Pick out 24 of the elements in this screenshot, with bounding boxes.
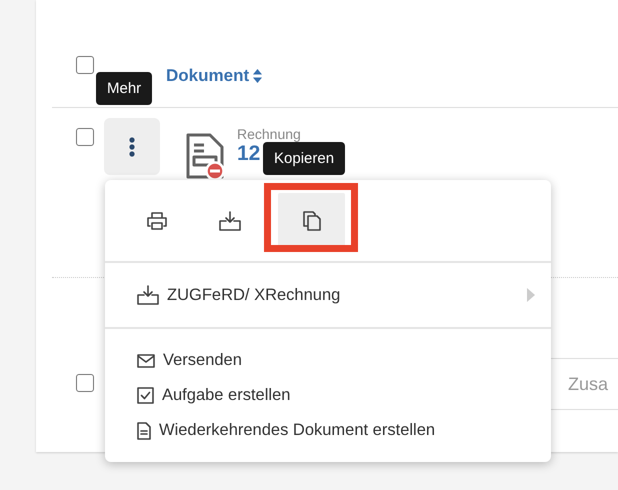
document-type: Rechnung (237, 126, 301, 142)
more-icon (129, 136, 135, 156)
select-all-checkbox[interactable] (76, 56, 94, 74)
menu-item[interactable]: ZUGFeRD/ XRechnung (137, 285, 340, 305)
copy-tooltip: Kopieren (263, 142, 346, 175)
document-icon (137, 422, 151, 440)
row-checkbox[interactable] (76, 374, 94, 392)
copy-icon (302, 210, 320, 230)
more-button[interactable] (104, 118, 160, 175)
download-icon (137, 285, 159, 305)
copy-button[interactable] (278, 193, 345, 248)
row-checkbox[interactable] (76, 128, 94, 146)
submenu-arrow-icon (527, 288, 535, 302)
printer-icon (147, 212, 167, 230)
menu-item[interactable]: Versenden (137, 351, 551, 370)
download-icon (219, 210, 241, 230)
column-header[interactable]: Dokument (166, 66, 262, 86)
more-tooltip: Mehr (96, 72, 152, 105)
text-field[interactable]: Zusa (550, 358, 618, 410)
menu-item[interactable]: Aufgabe erstellen (137, 386, 551, 405)
checkbox-icon (137, 387, 154, 404)
menu-item[interactable]: Wiederkehrendes Dokument erstellen (137, 421, 551, 440)
envelope-icon (137, 354, 155, 368)
sort-icon (253, 69, 262, 83)
